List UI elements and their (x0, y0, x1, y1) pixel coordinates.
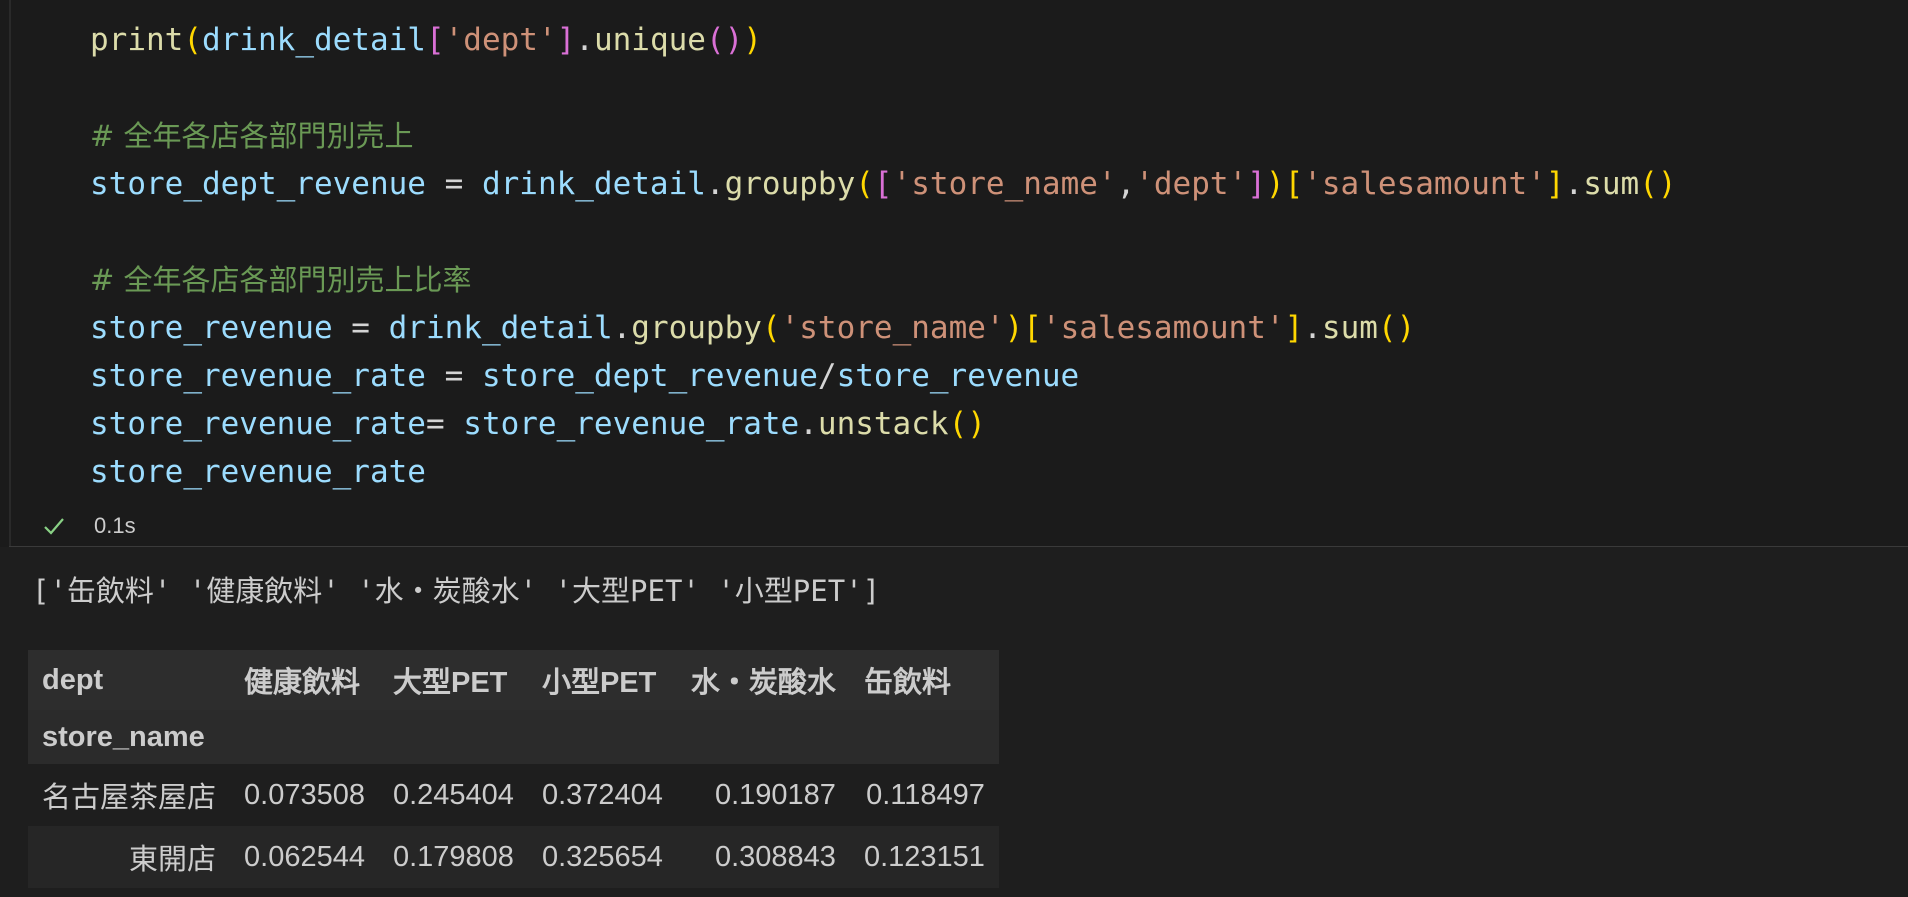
code-token: drink_detail (481, 166, 706, 202)
code-line[interactable]: store_revenue_rate= store_revenue_rate.u… (90, 400, 1677, 448)
code-token: ] (1284, 310, 1304, 346)
code-token: 'store_name' (892, 166, 1117, 202)
columns-name: dept (42, 663, 104, 696)
table-header-row: dept 健康飲料 大型PET 小型PET 水・炭酸水 缶飲料 (28, 650, 999, 710)
code-token: [ (873, 166, 893, 202)
code-token: unstack (817, 406, 949, 442)
code-token: . (1564, 166, 1584, 202)
code-token: = (332, 310, 389, 346)
code-token: sum (1583, 166, 1640, 202)
code-token: [ (1023, 310, 1042, 346)
table-cell: 0.073508 (244, 778, 365, 811)
code-token: store_revenue_rate (90, 454, 426, 490)
code-token: ] (1247, 166, 1266, 202)
code-token: ] (1545, 166, 1565, 202)
code-line[interactable]: store_dept_revenue = drink_detail.groupb… (90, 160, 1677, 208)
table-row: 名古屋茶屋店 0.073508 0.245404 0.372404 0.1901… (28, 764, 999, 826)
code-line[interactable]: print(drink_detail['dept'].unique()) (90, 16, 1677, 64)
code-token: ] (556, 22, 576, 58)
code-token: ( (855, 166, 874, 202)
code-token: groupby (724, 166, 856, 202)
code-line[interactable]: store_revenue_rate (90, 448, 1677, 496)
code-token: store_revenue_rate (90, 358, 426, 394)
code-token: store_dept_revenue (481, 358, 818, 394)
code-token: . (1303, 310, 1322, 346)
code-token: store_revenue (90, 310, 333, 346)
code-line[interactable]: store_revenue_rate = store_dept_revenue/… (90, 352, 1677, 400)
cell-focus-border (9, 0, 11, 547)
code-token: () (1639, 166, 1677, 202)
code-token: . (612, 310, 632, 346)
column-header: 小型PET (541, 667, 657, 699)
code-token: unique (593, 22, 706, 58)
code-token: 'store_name' (780, 310, 1005, 346)
code-token: [ (425, 22, 445, 58)
code-token: . (799, 406, 818, 442)
column-header: 大型PET (392, 667, 508, 699)
table-cell: 0.325654 (541, 840, 663, 873)
table-cell: 0.062544 (244, 840, 365, 873)
code-token: = (425, 166, 482, 202)
column-header: 缶飲料 (863, 667, 951, 699)
index-name: store_name (42, 720, 205, 753)
code-token: drink_detail (388, 310, 613, 346)
execution-status: 0.1s (40, 508, 136, 544)
code-token: groupby (631, 310, 762, 346)
check-icon (40, 512, 68, 540)
code-token: 'dept' (1135, 166, 1248, 202)
code-token: [ (1284, 166, 1304, 202)
code-line[interactable]: store_revenue = drink_detail.groupby('st… (90, 304, 1677, 352)
code-token: ) (1265, 166, 1285, 202)
index-name-row: store_name (28, 710, 999, 764)
execution-time: 0.1s (94, 513, 136, 538)
code-token: # 全年各店各部門別売上 (90, 119, 414, 153)
code-token: , (1116, 166, 1136, 202)
code-token: 'dept' (444, 22, 557, 58)
code-token: () (705, 22, 744, 58)
print-output: ['缶飲料' '健康飲料' '水・炭酸水' '大型PET' '小型PET'] (32, 574, 881, 608)
code-token: ) (743, 22, 762, 58)
code-token: sum (1321, 310, 1378, 346)
table-cell: 0.179808 (392, 840, 514, 873)
code-token: . (575, 22, 594, 58)
code-line[interactable]: # 全年各店各部門別売上比率 (90, 256, 1677, 304)
table-cell: 0.123151 (863, 840, 985, 873)
table-cell: 0.118497 (866, 778, 985, 811)
row-index: 東開店 (129, 844, 217, 876)
column-header: 健康飲料 (244, 667, 361, 699)
code-token: ( (761, 310, 781, 346)
code-token: ) (1004, 310, 1024, 346)
code-token: print (90, 22, 184, 58)
code-token: store_revenue_rate (90, 406, 426, 442)
table-cell: 0.372404 (541, 778, 663, 811)
code-token: # 全年各店各部門別売上比率 (90, 263, 472, 297)
code-token: drink_detail (202, 22, 426, 58)
code-token: () (948, 406, 986, 442)
column-header: 水・炭酸水 (690, 667, 836, 699)
row-index: 名古屋茶屋店 (42, 782, 217, 814)
table-row: 東開店 0.062544 0.179808 0.325654 0.308843 … (28, 826, 999, 888)
code-token: = (425, 406, 464, 442)
code-token: store_revenue (836, 358, 1080, 394)
code-editor[interactable]: print(drink_detail['dept'].unique()) # 全年… (90, 16, 1677, 496)
table-cell: 0.190187 (714, 778, 836, 811)
code-token: = (425, 358, 482, 394)
code-token: 'salesamount' (1041, 310, 1285, 346)
dataframe-table: dept 健康飲料 大型PET 小型PET 水・炭酸水 缶飲料 store_na… (28, 650, 999, 888)
table-cell: 0.245404 (392, 778, 514, 811)
code-line[interactable]: # 全年各店各部門別売上 (90, 112, 1677, 160)
code-token: () (1377, 310, 1416, 346)
code-token: store_dept_revenue (90, 166, 426, 202)
code-token: 'salesamount' (1303, 166, 1546, 202)
code-token: . (705, 166, 725, 202)
table-cell: 0.308843 (714, 840, 836, 873)
code-token: store_revenue_rate (463, 406, 800, 442)
code-line[interactable] (90, 64, 1677, 112)
code-token: / (817, 358, 837, 394)
code-line[interactable] (90, 208, 1677, 256)
code-token: ( (183, 22, 202, 58)
